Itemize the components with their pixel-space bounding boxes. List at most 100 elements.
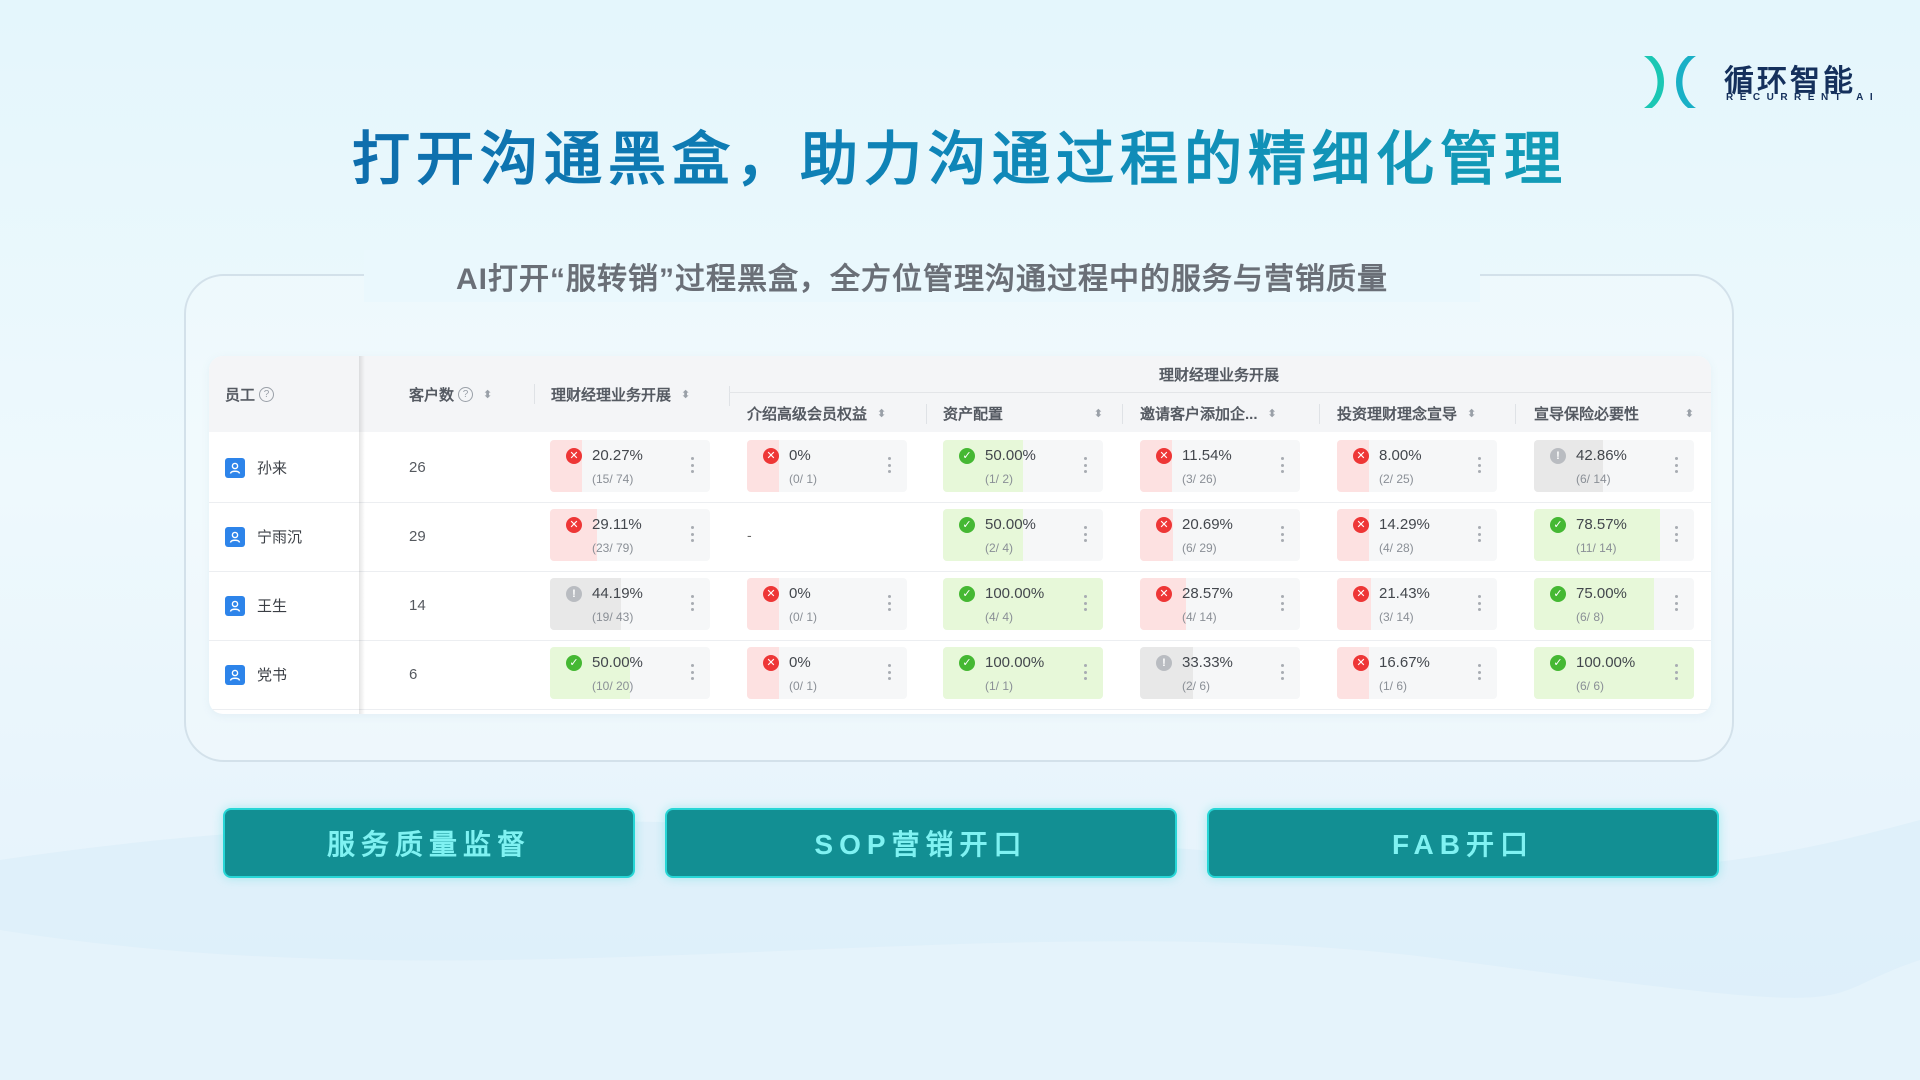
more-options-icon[interactable]	[1281, 526, 1284, 542]
header-sub-2[interactable]: 资产配置 ⬍	[943, 403, 1103, 424]
metric-percent: 33.33%	[1182, 654, 1233, 671]
logo-mark-icon	[1644, 56, 1696, 108]
more-options-icon[interactable]	[1675, 457, 1678, 473]
service-quality-button[interactable]: 服务质量监督	[223, 808, 635, 878]
metric-cell[interactable]: ✓ 100.00% (6/ 6)	[1534, 647, 1694, 699]
more-options-icon[interactable]	[888, 664, 891, 680]
table-row: 党书 6 ✓ 50.00% (10/ 20) ✕ 0% (0/ 1) ✓ 100.00% (1/ 1…	[209, 640, 1711, 710]
metric-cell[interactable]: ✕ 16.67% (1/ 6)	[1337, 647, 1497, 699]
more-options-icon[interactable]	[1084, 664, 1087, 680]
metric-fraction: (1/ 6)	[1379, 679, 1408, 693]
more-options-icon[interactable]	[1675, 526, 1678, 542]
metric-cell[interactable]: ! 42.86% (6/ 14)	[1534, 440, 1694, 492]
check-icon: ✓	[959, 517, 975, 533]
more-options-icon[interactable]	[1478, 526, 1481, 542]
more-options-icon[interactable]	[888, 595, 891, 611]
metric-cell[interactable]: ✓ 50.00% (1/ 2)	[943, 440, 1103, 492]
fab-opening-button[interactable]: FAB开口	[1207, 808, 1719, 878]
metric-cell[interactable]: ! 33.33% (2/ 6)	[1140, 647, 1300, 699]
more-options-icon[interactable]	[1281, 457, 1284, 473]
header-sub-label: 投资理财理念宣导	[1337, 406, 1458, 423]
header-employee[interactable]: 员工 ?	[225, 384, 275, 405]
metric-cell[interactable]: ✓ 100.00% (1/ 1)	[943, 647, 1103, 699]
header-customers[interactable]: 客户数 ? ⬍	[409, 384, 492, 405]
metric-percent: 0%	[789, 585, 811, 602]
sort-icon[interactable]: ⬍	[483, 389, 492, 400]
more-options-icon[interactable]	[1281, 595, 1284, 611]
metric-cell[interactable]: ✕ 11.54% (3/ 26)	[1140, 440, 1300, 492]
more-options-icon[interactable]	[1084, 457, 1087, 473]
more-options-icon[interactable]	[691, 595, 694, 611]
metric-fraction: (6/ 8)	[1576, 610, 1605, 624]
metric-fraction: (4/ 28)	[1379, 541, 1414, 555]
metric-cell[interactable]: ✓ 78.57% (11/ 14)	[1534, 509, 1694, 561]
employee-cell[interactable]: 王生	[225, 595, 287, 616]
metric-fraction: (6/ 29)	[1182, 541, 1217, 555]
error-icon: ✕	[763, 586, 779, 602]
more-options-icon[interactable]	[1281, 664, 1284, 680]
metric-fraction: (11/ 14)	[1576, 541, 1617, 555]
metric-cell[interactable]: ✓ 75.00% (6/ 8)	[1534, 578, 1694, 630]
metric-cell[interactable]: ✓ 50.00% (2/ 4)	[943, 509, 1103, 561]
header-sub-3[interactable]: 邀请客户添加企... ⬍	[1140, 403, 1277, 424]
metric-cell[interactable]: ✕ 20.27% (15/ 74)	[550, 440, 710, 492]
more-options-icon[interactable]	[1675, 595, 1678, 611]
empty-cell: -	[747, 527, 752, 543]
metric-fraction: (2/ 4)	[985, 541, 1014, 555]
sort-icon[interactable]: ⬍	[1094, 408, 1103, 419]
metric-cell[interactable]: ✕ 0% (0/ 1)	[747, 647, 907, 699]
metric-cell[interactable]: ✓ 50.00% (10/ 20)	[550, 647, 710, 699]
help-icon[interactable]: ?	[259, 387, 275, 402]
sort-icon[interactable]: ⬍	[1268, 408, 1277, 419]
customer-count: 6	[409, 666, 418, 683]
metric-fraction: (15/ 74)	[592, 472, 634, 486]
sort-icon[interactable]: ⬍	[681, 389, 690, 400]
employee-cell[interactable]: 党书	[225, 664, 287, 685]
sort-icon[interactable]: ⬍	[877, 408, 886, 419]
header-sub-1[interactable]: 介绍高级会员权益 ⬍	[747, 403, 886, 424]
more-options-icon[interactable]	[691, 457, 694, 473]
metric-percent: 14.29%	[1379, 516, 1430, 533]
metric-cell[interactable]: ✕ 8.00% (2/ 25)	[1337, 440, 1497, 492]
more-options-icon[interactable]	[691, 664, 694, 680]
metric-cell[interactable]: ✓ 100.00% (4/ 4)	[943, 578, 1103, 630]
sort-icon[interactable]: ⬍	[1685, 408, 1694, 419]
metric-cell[interactable]: ! 44.19% (19/ 43)	[550, 578, 710, 630]
metric-fraction: (23/ 79)	[592, 541, 634, 555]
metric-cell[interactable]: ✕ 0% (0/ 1)	[747, 440, 907, 492]
metric-fraction: (3/ 26)	[1182, 472, 1217, 486]
employee-name: 孙来	[257, 460, 288, 477]
header-sub-5[interactable]: 宣导保险必要性 ⬍	[1534, 403, 1694, 424]
header-sub-label: 邀请客户添加企...	[1140, 406, 1258, 423]
metric-fraction: (4/ 4)	[985, 610, 1014, 624]
metric-percent: 50.00%	[985, 516, 1036, 533]
metric-percent: 20.69%	[1182, 516, 1233, 533]
metric-cell[interactable]: ✕ 20.69% (6/ 29)	[1140, 509, 1300, 561]
metric-cell[interactable]: ✕ 28.57% (4/ 14)	[1140, 578, 1300, 630]
header-sub-4[interactable]: 投资理财理念宣导 ⬍	[1337, 403, 1476, 424]
progress-fill	[1337, 578, 1372, 630]
header-business[interactable]: 理财经理业务开展 ⬍	[551, 384, 690, 405]
metric-cell[interactable]: ✕ 21.43% (3/ 14)	[1337, 578, 1497, 630]
metric-cell[interactable]: ✕ 0% (0/ 1)	[747, 578, 907, 630]
metric-cell[interactable]: ✕ 14.29% (4/ 28)	[1337, 509, 1497, 561]
progress-fill	[1140, 509, 1174, 561]
more-options-icon[interactable]	[691, 526, 694, 542]
column-divider	[926, 404, 927, 424]
help-icon[interactable]: ?	[458, 387, 474, 402]
more-options-icon[interactable]	[1478, 595, 1481, 611]
sop-marketing-button[interactable]: SOP营销开口	[665, 808, 1177, 878]
metric-percent: 20.27%	[592, 447, 643, 464]
employee-cell[interactable]: 孙来	[225, 457, 287, 478]
more-options-icon[interactable]	[1084, 526, 1087, 542]
more-options-icon[interactable]	[1478, 457, 1481, 473]
sort-icon[interactable]: ⬍	[1467, 408, 1476, 419]
more-options-icon[interactable]	[1675, 664, 1678, 680]
info-icon: !	[1156, 655, 1172, 671]
more-options-icon[interactable]	[1084, 595, 1087, 611]
check-icon: ✓	[566, 655, 582, 671]
metric-cell[interactable]: ✕ 29.11% (23/ 79)	[550, 509, 710, 561]
employee-cell[interactable]: 宁雨沉	[225, 526, 302, 547]
more-options-icon[interactable]	[888, 457, 891, 473]
more-options-icon[interactable]	[1478, 664, 1481, 680]
